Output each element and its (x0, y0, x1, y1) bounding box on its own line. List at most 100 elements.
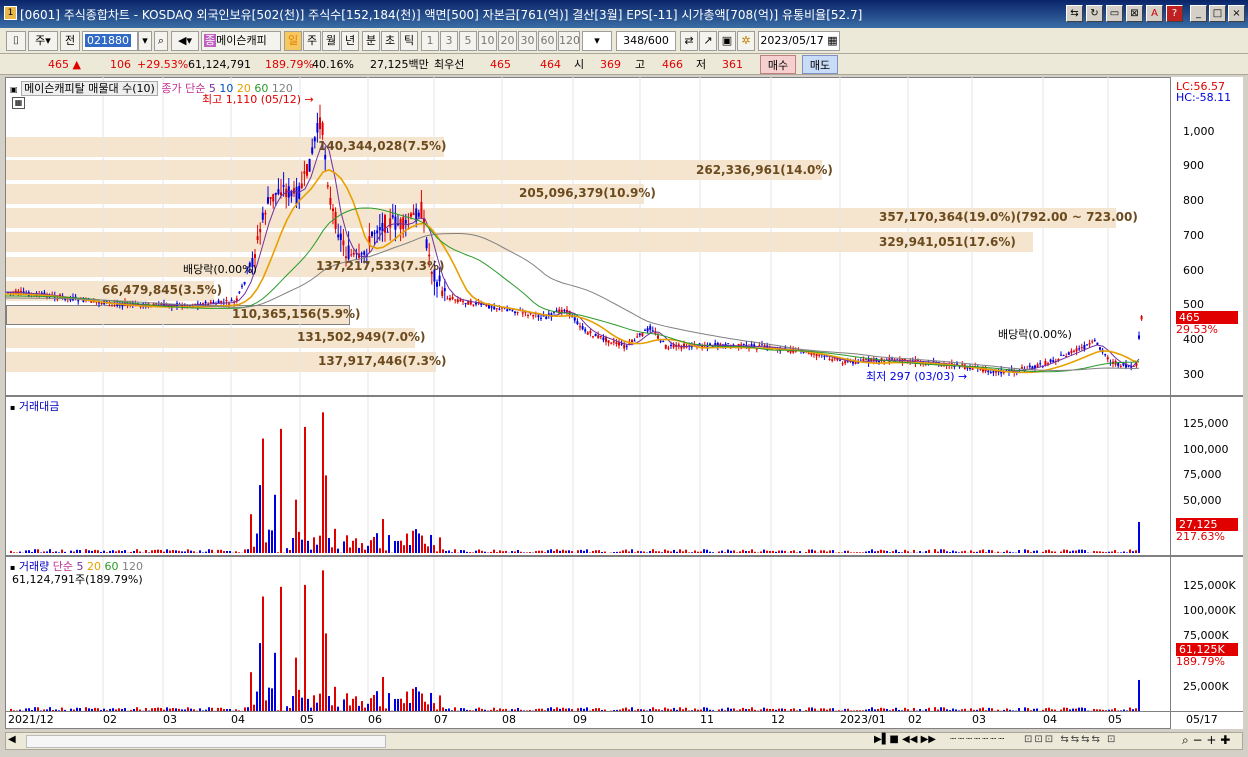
trade-value-bar (895, 549, 897, 553)
interval-10[interactable]: 10 (478, 31, 497, 51)
trade-value-bar (427, 546, 429, 553)
settings-icon[interactable]: ✲ (737, 31, 755, 51)
screenshot-button[interactable]: ⊠ (1126, 5, 1143, 22)
volume-bar (373, 694, 375, 711)
help-button[interactable]: ? (1166, 5, 1183, 22)
trade-value-bar (145, 549, 147, 553)
arrows-icon[interactable]: ⇄ (680, 31, 698, 51)
zoom-controls[interactable]: ⌕ − + ✚ (1182, 733, 1230, 748)
price-chart-svg (5, 77, 1143, 712)
trade-value-bar (526, 552, 528, 553)
trade-value-bar (946, 551, 948, 553)
interval-120[interactable]: 120 (558, 31, 580, 51)
refresh-button[interactable]: ↻ (1086, 5, 1103, 22)
chart-tool-icon[interactable]: ⌷ (6, 31, 26, 51)
trade-value-bar (691, 552, 693, 553)
trade-value-bar (292, 538, 294, 553)
prev-button[interactable]: 전 (60, 31, 80, 51)
trade-value-bar (97, 550, 99, 553)
volume-bar (307, 698, 309, 711)
code-dropdown-icon[interactable]: ▾ (138, 31, 152, 51)
interval-60[interactable]: 60 (538, 31, 557, 51)
date-input[interactable]: 2023/05/17 ▦ (758, 31, 840, 51)
link-button[interactable]: ⇆ (1066, 5, 1083, 22)
chart-scrollbar[interactable]: ◀ ▶▌■ ◀◀ ▶▶ ┈┈┈┈┈┈┈ ⊡⊡⊡ ⇆⇆⇆⇆ ⊡ ⌕ − + ✚ (5, 732, 1243, 750)
trade-value-bar (925, 551, 927, 553)
drawing-tools[interactable]: ⊡⊡⊡ ⇆⇆⇆⇆ ⊡ (1024, 734, 1117, 745)
window-title: [0601] 주식종합차트 - KOSDAQ 외국인보유[502(천)] 주식수… (20, 8, 863, 22)
trade-value-bar (445, 551, 447, 553)
close-button[interactable]: × (1228, 5, 1245, 22)
trade-value-bar (355, 538, 357, 553)
interval-3[interactable]: 3 (440, 31, 458, 51)
volume-bar (1138, 679, 1140, 711)
playback-controls[interactable]: ▶▌■ ◀◀ ▶▶ (874, 734, 936, 745)
table-icon[interactable]: ▦ (12, 97, 25, 109)
ma-legend[interactable]: 종가 단순 (161, 82, 205, 95)
trade-value-bar (19, 551, 21, 553)
interval-1[interactable]: 1 (421, 31, 439, 51)
volume-bar (343, 699, 345, 711)
trade-value-bar (451, 552, 453, 553)
candle-body (495, 308, 498, 310)
trade-value-bar (34, 549, 36, 553)
trade-value-bar (562, 549, 564, 553)
trade-value-bar (133, 550, 135, 553)
stock-code-input[interactable]: 021880 (82, 31, 138, 51)
candle-body (618, 342, 620, 346)
speaker-icon[interactable]: ◀▾ (171, 31, 199, 51)
moving-averages (5, 140, 1140, 374)
trade-value-bar (367, 545, 369, 553)
trade-value-bar (628, 551, 630, 553)
interval-20[interactable]: 20 (498, 31, 517, 51)
save-icon[interactable]: ▣ (718, 31, 736, 51)
trade-value-bar (769, 550, 771, 553)
screen-button[interactable]: ▭ (1106, 5, 1123, 22)
interval-custom-input[interactable]: ▾ (582, 31, 612, 51)
interval-30[interactable]: 30 (518, 31, 537, 51)
panel-separator[interactable] (5, 555, 1243, 557)
y-label: 100,000 (1183, 443, 1229, 456)
scroll-left-icon[interactable]: ◀ (8, 734, 16, 745)
trend-icon[interactable]: ↗ (699, 31, 717, 51)
zoom-slider[interactable]: ┈┈┈┈┈┈┈ (950, 734, 1006, 745)
stock-legend-name[interactable]: 메이슨캐피탈 매물대 수(10) (21, 81, 158, 96)
period-day[interactable]: 일 (284, 31, 302, 51)
candle-body (446, 298, 449, 300)
trade-value-bar (139, 551, 141, 553)
ma20-line (5, 169, 1140, 374)
period-week[interactable]: 주 (303, 31, 321, 51)
trade-value-bar (211, 549, 213, 553)
trade-value-bar (25, 550, 27, 553)
maximize-button[interactable]: □ (1209, 5, 1226, 22)
period-month[interactable]: 월 (322, 31, 340, 51)
price-change: 106 (110, 58, 131, 71)
search-icon[interactable]: ⌕ (154, 31, 168, 51)
stock-name-field[interactable]: 종메이슨캐피 (201, 31, 281, 51)
panel-separator[interactable] (5, 395, 1243, 397)
trade-value-bar (736, 552, 738, 553)
trade-value-bar (514, 551, 516, 553)
trade-value-bar (718, 551, 720, 553)
volume-current-pct: 189.79% (1176, 655, 1225, 668)
period-second[interactable]: 초 (381, 31, 399, 51)
candle-body (625, 345, 628, 347)
period-minute[interactable]: 분 (362, 31, 380, 51)
trade-value-bar (763, 549, 765, 553)
scroll-thumb[interactable] (26, 735, 386, 748)
ma120-line (5, 233, 1140, 372)
count-input[interactable]: 348/600 (616, 31, 676, 51)
trade-value-bar (331, 547, 333, 553)
minimize-button[interactable]: _ (1190, 5, 1207, 22)
period-tick[interactable]: 틱 (400, 31, 418, 51)
y-label: 800 (1183, 194, 1204, 207)
sell-button[interactable]: 매도 (802, 55, 838, 74)
period-year[interactable]: 년 (341, 31, 359, 51)
trade-value: 27,125백만 (370, 58, 429, 71)
interval-5[interactable]: 5 (459, 31, 477, 51)
candle-body (511, 310, 514, 312)
trade-value-bar (793, 550, 795, 553)
type-select[interactable]: 주▾ (28, 31, 58, 51)
buy-button[interactable]: 매수 (760, 55, 796, 74)
font-button[interactable]: A (1146, 5, 1163, 22)
